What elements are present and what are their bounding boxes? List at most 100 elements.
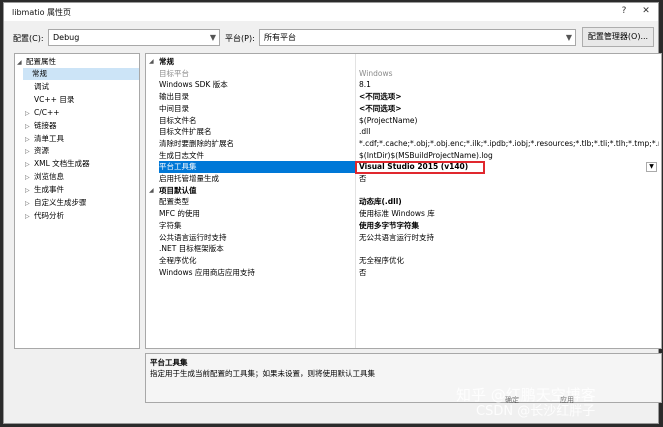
configuration-manager-button[interactable]: 配置管理器(O)... <box>582 27 654 47</box>
tree-item[interactable]: ▷ 清单工具 <box>25 133 64 145</box>
property-value[interactable]: 使用标准 Windows 库 <box>359 208 659 220</box>
tree-item[interactable]: VC++ 目录 <box>25 94 74 106</box>
description-text: 指定用于生成当前配置的工具集；如果未设置，则将使用默认工具集 <box>150 369 375 378</box>
section-header[interactable]: ◢ 项目默认值 <box>146 185 661 197</box>
config-value: Debug <box>53 33 80 42</box>
property-grid: ◢ 常规目标平台 Windows Windows SDK 版本 8.1 输出目录 <不同选项… <box>145 53 662 349</box>
property-name: 字符集 <box>159 220 182 230</box>
chevron-down-icon: ▼ <box>209 33 216 42</box>
property-row[interactable]: 中间目录 <不同选项> <box>146 103 661 115</box>
property-value[interactable]: <不同选项> <box>359 103 659 115</box>
tree-item-label: XML 文档生成器 <box>34 159 90 169</box>
property-row[interactable]: 目标平台 Windows <box>146 68 661 80</box>
section-header[interactable]: ◢ 常规 <box>146 56 661 68</box>
property-row[interactable]: 目标文件扩展名 .dll <box>146 126 661 138</box>
property-name: 生成日志文件 <box>159 150 204 160</box>
tree-item[interactable]: ▷ XML 文档生成器 <box>25 158 90 170</box>
chevron-down-icon[interactable]: ▼ <box>646 162 657 173</box>
property-name: 清除时要删除的扩展名 <box>159 138 234 148</box>
expand-arrow-icon[interactable]: ▷ <box>25 134 34 146</box>
property-value[interactable]: 动态库(.dll) <box>359 196 659 208</box>
property-row[interactable]: 配置类型 动态库(.dll) <box>146 196 661 208</box>
property-name: 平台工具集 <box>159 161 355 173</box>
property-row[interactable]: 清除时要删除的扩展名 *.cdf;*.cache;*.obj;*.obj.enc;… <box>146 138 661 150</box>
tree-item-label: 自定义生成步骤 <box>34 198 87 207</box>
property-value[interactable]: 否 <box>359 267 659 279</box>
property-value[interactable]: 使用多字节字符集 <box>359 220 659 232</box>
help-button[interactable]: ? <box>614 4 634 19</box>
platform-select[interactable]: 所有平台 ▼ <box>259 29 576 46</box>
property-name: MFC 的使用 <box>159 209 200 219</box>
property-value[interactable]: $(IntDir)$(MSBuildProjectName).log <box>359 150 659 162</box>
property-value[interactable]: 8.1 <box>359 79 659 91</box>
config-select[interactable]: Debug ▼ <box>48 29 220 46</box>
property-row[interactable]: Windows SDK 版本 8.1 <box>146 79 661 91</box>
property-value[interactable]: <不同选项> <box>359 91 659 103</box>
platform-label: 平台(P): <box>225 34 255 43</box>
platform-value: 所有平台 <box>264 33 296 42</box>
property-row[interactable]: 全程序优化 无全程序优化 <box>146 255 661 267</box>
expand-arrow-icon[interactable]: ▷ <box>25 121 34 133</box>
property-value[interactable]: 无全程序优化 <box>359 255 659 267</box>
tree-item-label: 资源 <box>34 146 49 156</box>
expand-arrow-icon[interactable]: ▷ <box>25 185 34 197</box>
property-row[interactable]: 输出目录 <不同选项> <box>146 91 661 103</box>
tree-root[interactable]: ◢ 配置属性 <box>17 56 56 68</box>
property-row[interactable]: .NET 目标框架版本 <box>146 243 661 255</box>
tree-item-label: 链接器 <box>34 120 57 130</box>
section-title: 常规 <box>159 57 174 66</box>
property-value[interactable]: Windows <box>359 68 659 80</box>
collapse-arrow-icon[interactable]: ◢ <box>149 56 154 68</box>
title-bar: libmatio 属性页 ? ✕ <box>4 3 658 21</box>
property-value[interactable]: 无公共语言运行时支持 <box>359 232 659 244</box>
tree-item[interactable]: 常规 <box>23 68 139 80</box>
property-value[interactable]: $(ProjectName) <box>359 115 659 127</box>
property-name: 配置类型 <box>159 197 189 207</box>
property-row[interactable]: 字符集 使用多字节字符集 <box>146 220 661 232</box>
property-pages-window: libmatio 属性页 ? ✕ 配置(C): Debug ▼ 平台(P): 所… <box>3 2 662 424</box>
property-row[interactable]: 公共语言运行时支持 无公共语言运行时支持 <box>146 232 661 244</box>
property-row[interactable]: 启用托管增量生成 否 <box>146 173 661 185</box>
expand-arrow-icon[interactable]: ▷ <box>25 159 34 171</box>
tree-root-label: 配置属性 <box>26 57 56 66</box>
tree-item[interactable]: ▷ 自定义生成步骤 <box>25 197 87 209</box>
watermark-csdn: CSDN @长沙红胖子 <box>476 404 596 419</box>
expand-arrow-icon[interactable]: ▷ <box>25 146 34 158</box>
config-label: 配置(C): <box>13 34 44 43</box>
tree-item-label: 浏览信息 <box>34 172 64 182</box>
expand-arrow-icon[interactable]: ▷ <box>25 108 34 120</box>
property-name: 公共语言运行时支持 <box>159 232 227 242</box>
property-name: 目标文件扩展名 <box>159 127 212 137</box>
property-row[interactable]: Windows 应用商店应用支持 否 <box>146 267 661 279</box>
configuration-bar: 配置(C): Debug ▼ 平台(P): 所有平台 ▼ 配置管理器(O)... <box>4 27 658 51</box>
property-name: 目标文件名 <box>159 115 197 125</box>
tree-item-label: C/C++ <box>34 107 60 117</box>
expand-arrow-icon[interactable]: ▷ <box>25 198 34 210</box>
expand-arrow-icon[interactable]: ▷ <box>25 172 34 184</box>
tree-item[interactable]: ▷ 浏览信息 <box>25 171 64 183</box>
property-row[interactable]: 平台工具集 Visual Studio 2015 (v140) ▼ <box>146 161 661 175</box>
collapse-arrow-icon[interactable]: ◢ <box>149 185 154 197</box>
property-row[interactable]: MFC 的使用 使用标准 Windows 库 <box>146 208 661 220</box>
tree-item-label: 调试 <box>34 81 49 91</box>
tree-item[interactable]: ▷ 资源 <box>25 145 49 157</box>
tree-item[interactable]: ▷ C/C++ <box>25 107 60 119</box>
chevron-down-icon: ▼ <box>565 33 572 42</box>
property-value[interactable]: *.cdf;*.cache;*.obj;*.obj.enc;*.ilk;*.ip… <box>359 138 659 150</box>
expand-arrow-icon[interactable]: ▷ <box>25 211 34 223</box>
tree-item[interactable]: ▷ 链接器 <box>25 120 57 132</box>
tree-item[interactable]: ▷ 生成事件 <box>25 184 64 196</box>
section-title: 项目默认值 <box>159 185 197 195</box>
property-name: Windows SDK 版本 <box>159 80 228 90</box>
tree-item[interactable]: ▷ 代码分析 <box>25 210 64 222</box>
property-name: 目标平台 <box>159 68 189 78</box>
close-button[interactable]: ✕ <box>636 4 656 19</box>
tree-item[interactable]: 调试 <box>25 81 49 93</box>
property-row[interactable]: 目标文件名 $(ProjectName) <box>146 115 661 127</box>
property-value[interactable]: 否 <box>359 173 659 185</box>
property-name: .NET 目标框架版本 <box>159 244 224 254</box>
property-value[interactable]: .dll <box>359 126 659 138</box>
property-name: 启用托管增量生成 <box>159 174 219 183</box>
property-row[interactable]: 生成日志文件 $(IntDir)$(MSBuildProjectName).log <box>146 150 661 162</box>
description-title: 平台工具集 <box>150 358 188 367</box>
